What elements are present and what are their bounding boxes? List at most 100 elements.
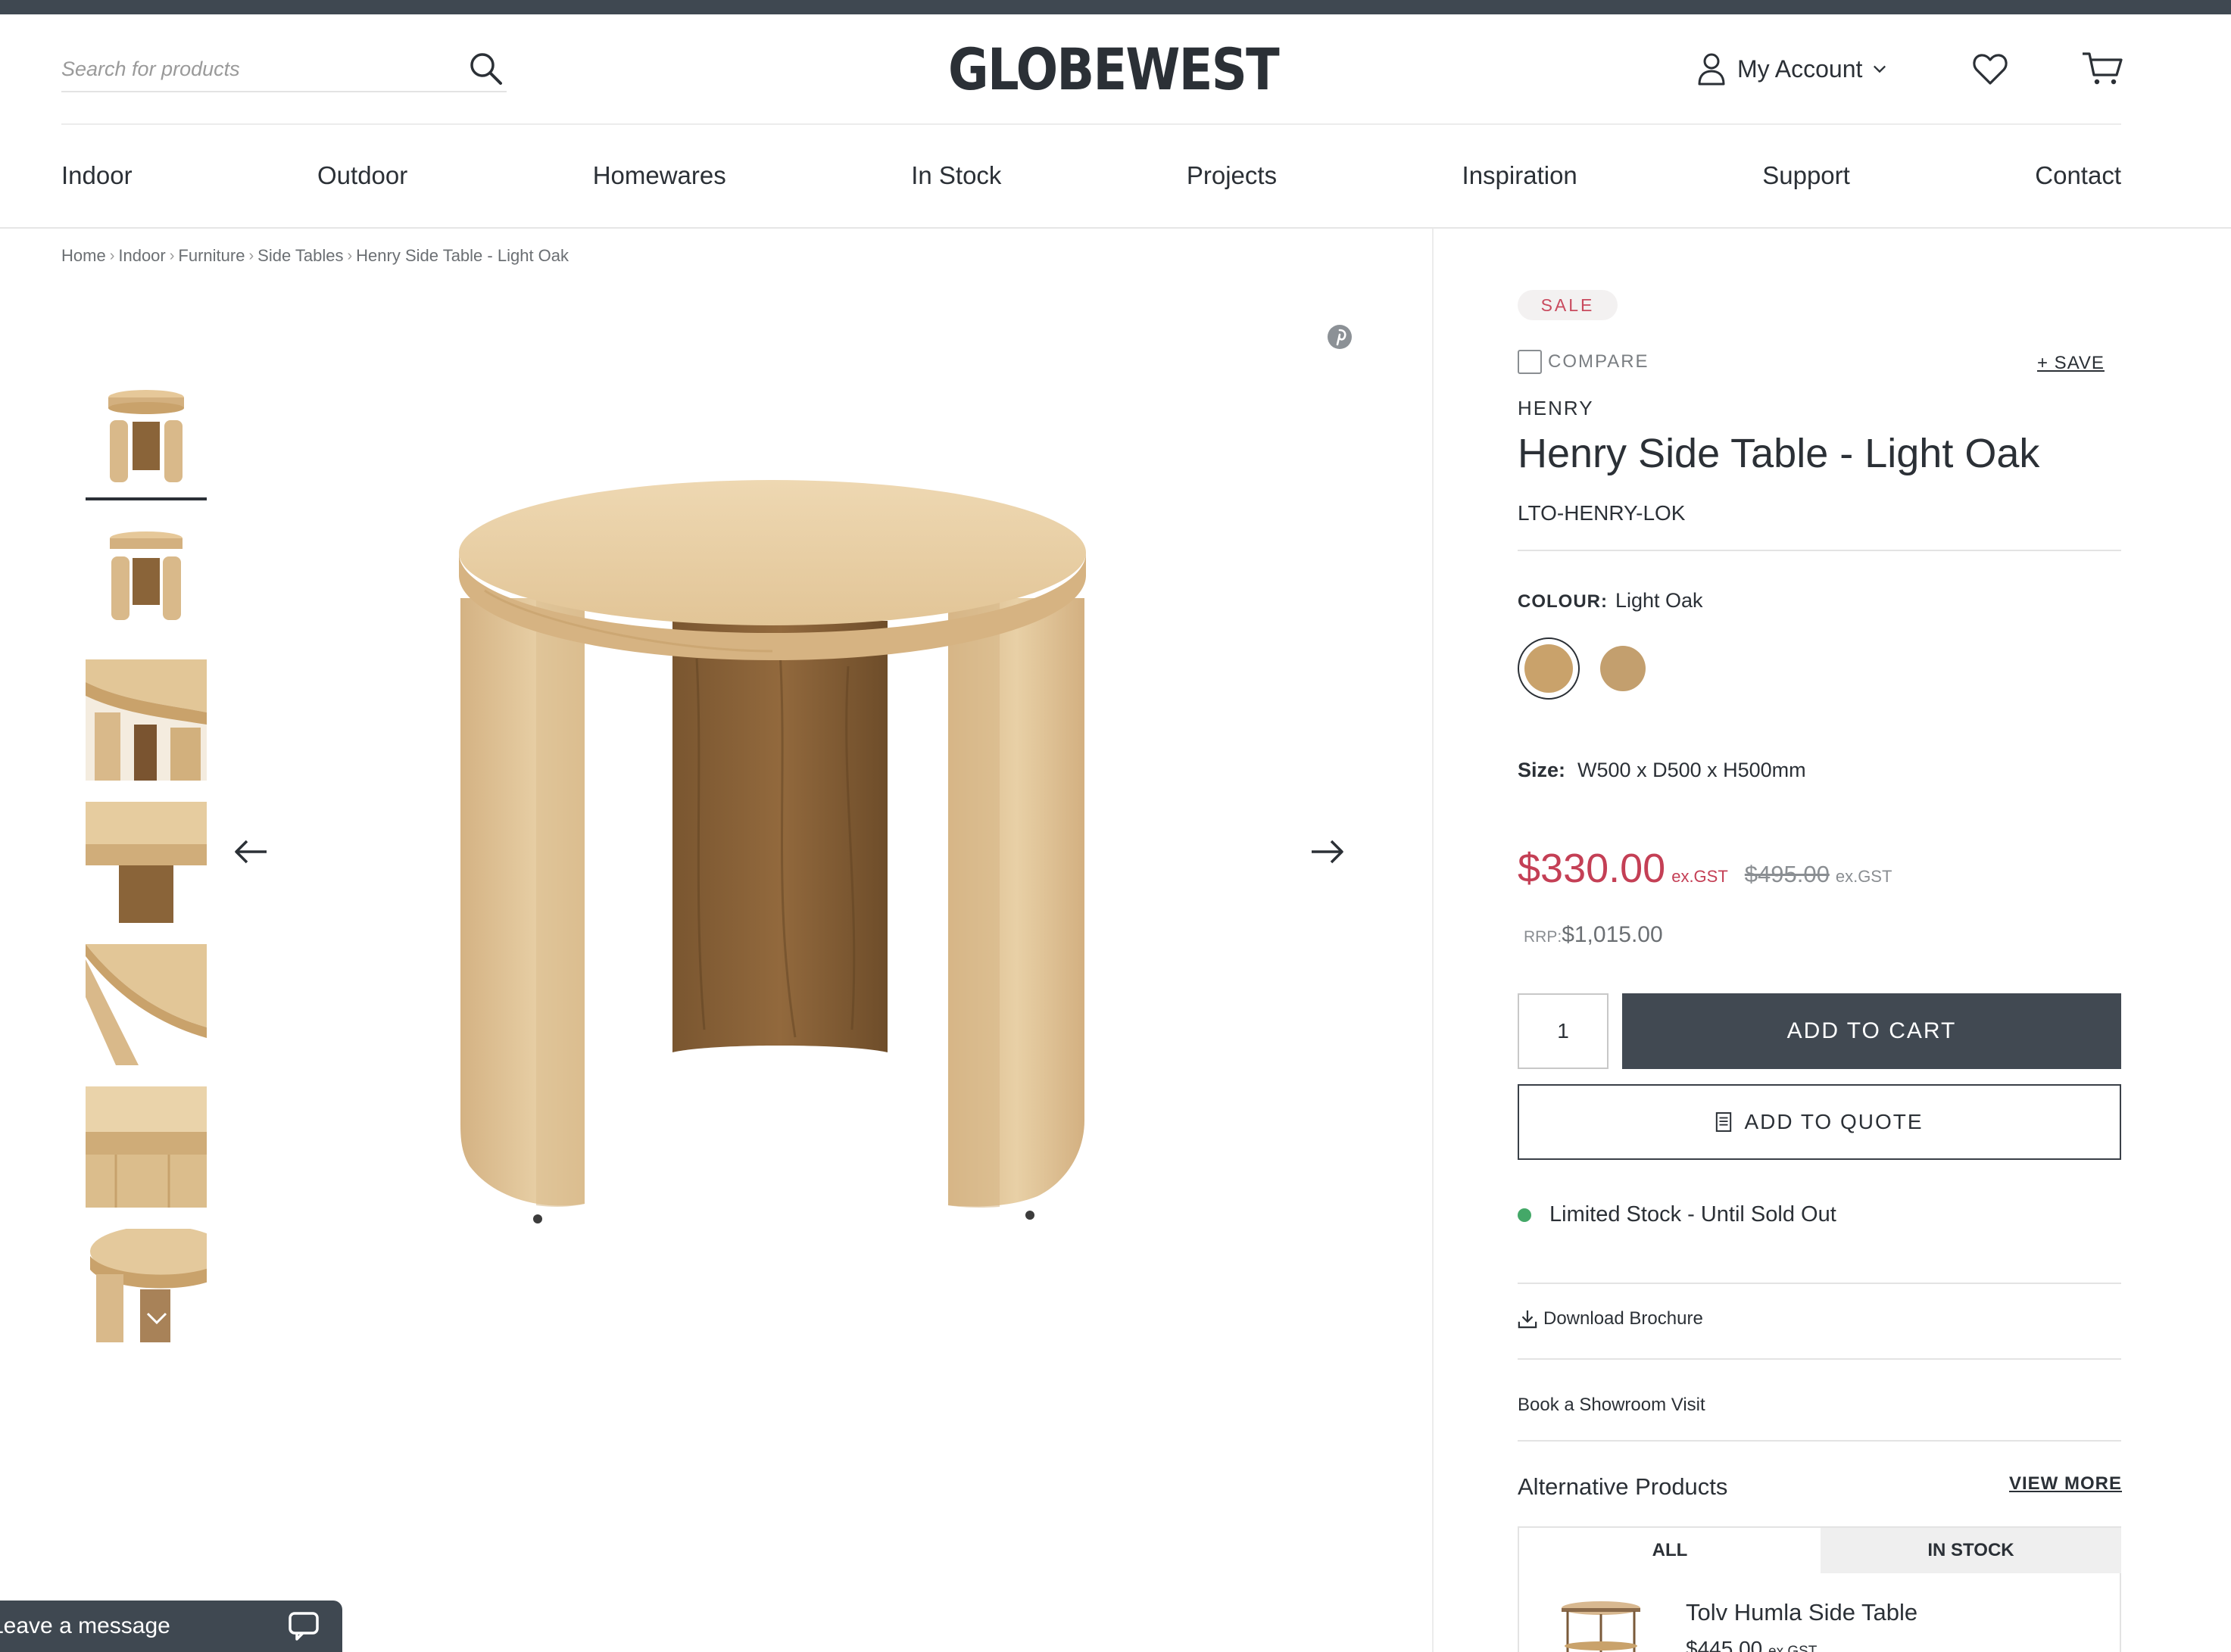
nav-indoor[interactable]: Indoor <box>61 161 133 190</box>
nav-contact[interactable]: Contact <box>2035 161 2121 190</box>
breadcrumb: Home › Indoor › Furniture › Side Tables … <box>61 244 569 268</box>
main-nav: Indoor Outdoor Homewares In Stock Projec… <box>61 156 2121 195</box>
document-icon <box>1716 1112 1732 1132</box>
swatch-color <box>1524 644 1573 693</box>
rrp-price: RRP:$1,015.00 <box>1524 922 1663 948</box>
product-title: Henry Side Table - Light Oak <box>1518 431 2040 476</box>
cart-icon[interactable] <box>2081 50 2123 86</box>
divider <box>1518 1358 2121 1360</box>
tab-in-stock[interactable]: IN STOCK <box>1821 1528 2121 1573</box>
size-label: Size: <box>1518 759 1566 781</box>
nav-inspiration[interactable]: Inspiration <box>1462 161 1577 190</box>
divider <box>1518 1440 2121 1442</box>
breadcrumb-side-tables[interactable]: Side Tables <box>257 246 343 266</box>
original-price-suffix: ex.GST <box>1835 867 1892 886</box>
gallery-thumbnail-1[interactable] <box>86 375 207 496</box>
sale-price: $330.00 <box>1518 846 1666 891</box>
quantity-input[interactable] <box>1518 993 1609 1069</box>
product-main-image <box>459 480 1086 1223</box>
nav-projects[interactable]: Projects <box>1187 161 1277 190</box>
gallery-thumbnail-7[interactable] <box>86 1229 207 1342</box>
search-icon[interactable] <box>467 50 504 86</box>
search-bar <box>61 45 507 92</box>
divider <box>1518 1283 2121 1284</box>
gallery-thumbnail-4[interactable] <box>86 802 207 923</box>
sale-badge: SALE <box>1518 290 1618 320</box>
alternative-product-price: $445.00 ex.GST <box>1686 1637 1817 1652</box>
breadcrumb-indoor[interactable]: Indoor <box>118 246 165 266</box>
top-strip <box>0 0 2231 14</box>
gallery-thumbnail-5[interactable] <box>86 944 207 1065</box>
price-row: $330.00 ex.GST $495.00 ex.GST <box>1518 845 1892 892</box>
leave-a-message-chat-button[interactable]: Leave a message <box>0 1601 342 1652</box>
thumbnail-image <box>86 944 207 1065</box>
colour-value: Light Oak <box>1615 589 1703 612</box>
rrp-label: RRP: <box>1524 928 1562 946</box>
download-brochure-label: Download Brochure <box>1543 1308 1703 1329</box>
add-to-quote-button[interactable]: ADD TO QUOTE <box>1518 1084 2121 1160</box>
alternative-products-panel: ALL IN STOCK Tolv Humla Side Table $445.… <box>1518 1526 2121 1652</box>
nav-homewares[interactable]: Homewares <box>593 161 726 190</box>
save-link[interactable]: + SAVE <box>2037 353 2105 374</box>
colour-label: COLOUR: <box>1518 591 1608 612</box>
chat-label: Leave a message <box>0 1613 170 1638</box>
chevron-down-icon <box>1874 65 1886 73</box>
breadcrumb-separator: › <box>347 247 353 264</box>
compare-checkbox[interactable]: COMPARE <box>1518 350 1649 374</box>
thumbnail-image <box>86 517 207 638</box>
rrp-value: $1,015.00 <box>1562 922 1663 947</box>
stock-status-text: Limited Stock - Until Sold Out <box>1549 1202 1836 1227</box>
nav-support[interactable]: Support <box>1762 161 1850 190</box>
my-account-label: My Account <box>1737 55 1863 83</box>
swatch-alternate-colour[interactable] <box>1600 646 1646 691</box>
alternative-product-name[interactable]: Tolv Humla Side Table <box>1686 1599 1917 1626</box>
breadcrumb-home[interactable]: Home <box>61 246 106 266</box>
download-icon <box>1518 1310 1537 1329</box>
brand-logo[interactable]: GLOBEWEST <box>925 33 1303 106</box>
original-price: $495.00 <box>1744 861 1830 887</box>
nav-in-stock[interactable]: In Stock <box>911 161 1001 190</box>
divider <box>1518 550 2121 551</box>
thumbnail-image <box>86 1086 207 1208</box>
tab-all[interactable]: ALL <box>1519 1528 1821 1573</box>
colour-row: COLOUR: Light Oak <box>1518 589 1703 612</box>
download-brochure-link[interactable]: Download Brochure <box>1518 1308 1703 1329</box>
stock-indicator-dot <box>1518 1208 1531 1222</box>
pinterest-icon[interactable] <box>1327 324 1353 350</box>
breadcrumb-separator: › <box>248 247 254 264</box>
alternative-products-heading: Alternative Products <box>1518 1473 1728 1500</box>
add-to-quote-label: ADD TO QUOTE <box>1744 1110 1924 1133</box>
my-account-menu[interactable]: My Account <box>1696 50 1886 88</box>
thumbnail-image <box>86 659 207 781</box>
alternative-price-suffix: ex.GST <box>1768 1644 1818 1652</box>
breadcrumb-furniture[interactable]: Furniture <box>178 246 245 266</box>
size-row: Size: W500 x D500 x H500mm <box>1518 759 1806 782</box>
nav-divider <box>0 227 2231 229</box>
nav-outdoor[interactable]: Outdoor <box>317 161 407 190</box>
add-to-cart-button[interactable]: ADD TO CART <box>1622 993 2121 1069</box>
book-showroom-link[interactable]: Book a Showroom Visit <box>1518 1395 1705 1416</box>
swatch-light-oak-selected[interactable] <box>1518 637 1580 700</box>
alternative-product-image[interactable] <box>1557 1596 1648 1652</box>
view-more-link[interactable]: VIEW MORE <box>2009 1473 2122 1495</box>
next-image-arrow-icon[interactable] <box>1309 839 1345 865</box>
breadcrumb-separator: › <box>109 247 115 264</box>
product-sku: LTO-HENRY-LOK <box>1518 501 1686 525</box>
thumbnail-image <box>86 802 207 923</box>
previous-image-arrow-icon[interactable] <box>233 839 270 865</box>
side-table-image <box>1557 1596 1648 1652</box>
product-brand: HENRY <box>1518 397 1594 419</box>
alternative-price-value: $445.00 <box>1686 1637 1763 1652</box>
gallery-thumbnail-6[interactable] <box>86 1086 207 1208</box>
size-value: W500 x D500 x H500mm <box>1577 759 1806 781</box>
gallery-thumbnail-2[interactable] <box>86 517 207 638</box>
gallery-thumbnail-3[interactable] <box>86 659 207 781</box>
checkbox-icon[interactable] <box>1518 350 1542 374</box>
compare-label: COMPARE <box>1548 351 1649 372</box>
column-divider <box>1432 229 1434 1652</box>
stock-status: Limited Stock - Until Sold Out <box>1518 1202 1836 1227</box>
breadcrumb-current: Henry Side Table - Light Oak <box>356 246 569 265</box>
search-input[interactable] <box>61 51 440 86</box>
wishlist-heart-icon[interactable] <box>1972 51 2008 86</box>
book-showroom-label: Book a Showroom Visit <box>1518 1395 1705 1415</box>
